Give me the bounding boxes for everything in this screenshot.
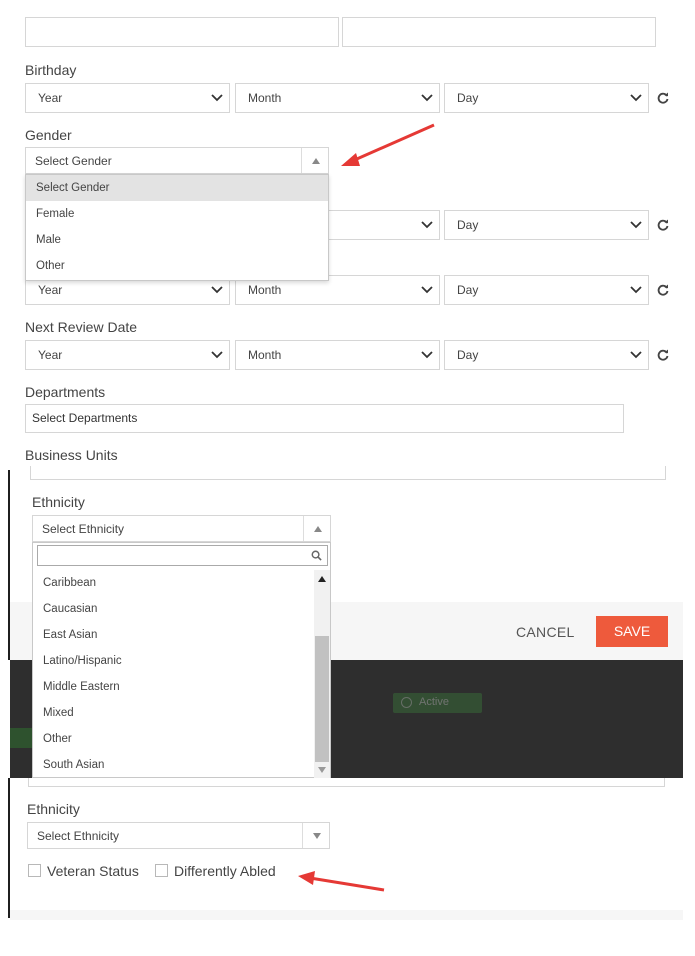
next-review-label: Next Review Date <box>25 319 138 335</box>
ethnicity-option[interactable]: Mixed <box>33 700 315 726</box>
differently-abled-label: Differently Abled <box>174 863 276 879</box>
next-review-year-select[interactable]: Year <box>25 340 230 370</box>
next-review-month-select[interactable]: Month <box>235 340 440 370</box>
next-review-day-value: Day <box>457 348 479 362</box>
check-circle-icon <box>401 697 412 708</box>
chevron-down-icon <box>630 221 642 229</box>
ethnicity-open-label: Ethnicity <box>32 494 85 510</box>
chevron-down-icon <box>211 286 223 294</box>
scrollbar-thumb[interactable] <box>315 636 329 762</box>
ethnicity-option[interactable]: Other <box>33 726 315 752</box>
date-row4-year-value: Year <box>38 283 63 297</box>
ethnicity-option[interactable]: Caucasian <box>33 596 315 622</box>
ethnicity-options: Caribbean Caucasian East Asian Latino/Hi… <box>33 570 315 778</box>
veteran-status-checkbox[interactable] <box>28 864 41 877</box>
save-button[interactable]: SAVE <box>596 616 668 647</box>
refresh-icon[interactable] <box>656 91 670 105</box>
partial-field-bottom <box>28 778 665 787</box>
refresh-icon[interactable] <box>656 218 670 232</box>
date-row4-month-value: Month <box>248 283 282 297</box>
ethnicity-closed-value: Select Ethnicity <box>37 829 120 843</box>
chevron-down-icon <box>630 94 642 102</box>
ethnicity-closed-label: Ethnicity <box>27 801 80 817</box>
birthday-day-select[interactable]: Day <box>444 83 649 113</box>
last-name-input[interactable] <box>342 17 656 47</box>
birthday-year-value: Year <box>38 91 63 105</box>
business-units-label: Business Units <box>25 447 118 463</box>
annotation-arrow-icon <box>341 123 435 166</box>
annotation-arrow-icon <box>298 871 385 892</box>
business-units-select[interactable] <box>30 466 666 480</box>
differently-abled-checkbox[interactable] <box>155 864 168 877</box>
date-row4-day-value: Day <box>457 283 479 297</box>
chevron-down-icon <box>421 94 433 102</box>
caret-down-icon <box>313 833 321 839</box>
chevron-down-icon <box>630 351 642 359</box>
ethnicity-closed-select[interactable]: Select Ethnicity <box>27 822 330 849</box>
gender-select-value: Select Gender <box>35 154 112 168</box>
refresh-icon[interactable] <box>656 283 670 297</box>
gender-select[interactable]: Select Gender <box>25 147 329 174</box>
scroll-up-icon[interactable] <box>318 576 326 582</box>
ethnicity-option[interactable]: South Asian <box>33 752 315 778</box>
ethnicity-option[interactable]: Latino/Hispanic <box>33 648 315 674</box>
chevron-down-icon <box>630 286 642 294</box>
chevron-down-icon <box>421 286 433 294</box>
chevron-down-icon <box>211 94 223 102</box>
birthday-month-value: Month <box>248 91 282 105</box>
green-tag <box>10 728 32 748</box>
gender-dropdown-list: Select Gender Female Male Other <box>25 174 329 281</box>
date-row4-day-select[interactable]: Day <box>444 275 649 305</box>
chevron-down-icon <box>211 351 223 359</box>
ethnicity-option[interactable]: East Asian <box>33 622 315 648</box>
gender-label: Gender <box>25 127 72 143</box>
caret-up-icon <box>314 526 322 532</box>
chevron-down-icon <box>421 351 433 359</box>
first-name-input[interactable] <box>25 17 339 47</box>
next-review-month-value: Month <box>248 348 282 362</box>
departments-placeholder: Select Departments <box>32 411 138 425</box>
birthday-month-select[interactable]: Month <box>235 83 440 113</box>
date-row3-day-value: Day <box>457 218 479 232</box>
active-status-badge: Active <box>393 693 482 713</box>
status-badge: Active <box>419 696 449 708</box>
caret-up-icon <box>312 158 320 164</box>
ethnicity-open-select[interactable]: Select Ethnicity <box>32 515 331 542</box>
cancel-button[interactable]: CANCEL <box>516 624 575 640</box>
departments-label: Departments <box>25 384 106 400</box>
ethnicity-dropdown-list: Caribbean Caucasian East Asian Latino/Hi… <box>32 542 331 778</box>
birthday-label: Birthday <box>25 62 77 78</box>
next-review-day-select[interactable]: Day <box>444 340 649 370</box>
ethnicity-option[interactable]: Middle Eastern <box>33 674 315 700</box>
scrollbar[interactable] <box>314 570 330 778</box>
gender-option[interactable]: Select Gender <box>26 175 328 201</box>
dropdown-toggle[interactable] <box>303 516 330 541</box>
gender-option[interactable]: Male <box>26 227 328 253</box>
departments-select[interactable]: Select Departments <box>25 404 624 433</box>
ethnicity-option[interactable]: Caribbean <box>33 570 315 596</box>
birthday-day-value: Day <box>457 91 479 105</box>
left-panel-edge <box>8 778 10 918</box>
ethnicity-open-value: Select Ethnicity <box>42 522 125 536</box>
dropdown-toggle[interactable] <box>301 148 328 173</box>
ethnicity-search-input[interactable] <box>37 545 328 566</box>
next-review-year-value: Year <box>38 348 63 362</box>
bottom-panel-strip <box>10 910 683 920</box>
date-row3-day-select[interactable]: Day <box>444 210 649 240</box>
refresh-icon[interactable] <box>656 348 670 362</box>
gender-option[interactable]: Other <box>26 253 328 279</box>
gender-option[interactable]: Female <box>26 201 328 227</box>
chevron-down-icon <box>421 221 433 229</box>
veteran-status-label: Veteran Status <box>47 863 139 879</box>
search-icon <box>311 550 322 561</box>
scroll-down-icon[interactable] <box>318 767 326 773</box>
dropdown-toggle[interactable] <box>302 823 329 848</box>
birthday-year-select[interactable]: Year <box>25 83 230 113</box>
